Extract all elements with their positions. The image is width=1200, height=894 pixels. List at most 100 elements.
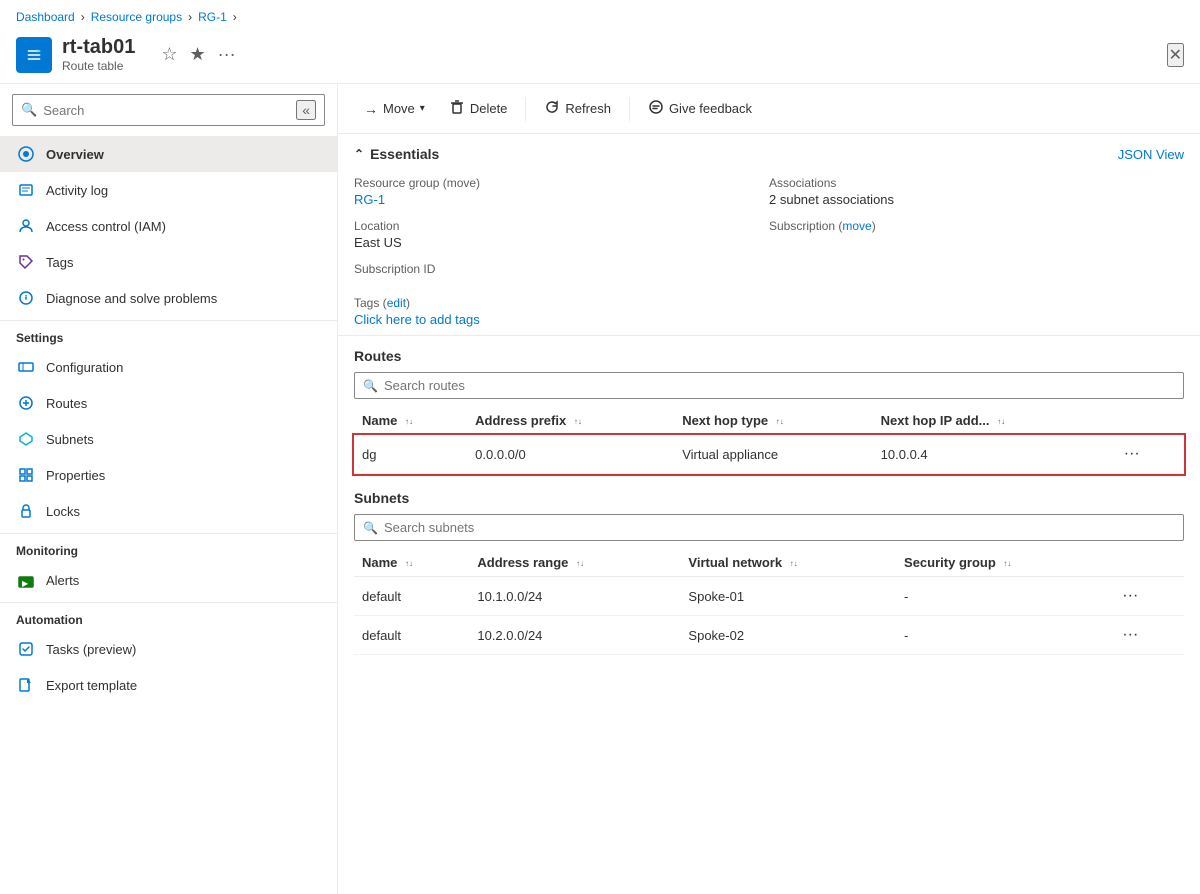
breadcrumb-rg1[interactable]: RG-1: [198, 10, 227, 24]
subnets-col-name: Name ↑↓: [354, 549, 469, 577]
sidebar-item-diagnose-label: Diagnose and solve problems: [46, 291, 217, 306]
search-input[interactable]: [43, 103, 290, 118]
properties-icon: [16, 465, 36, 485]
sidebar-item-configuration-label: Configuration: [46, 360, 123, 375]
close-button[interactable]: ✕: [1167, 43, 1184, 67]
table-row[interactable]: default 10.1.0.0/24 Spoke-01 - ···: [354, 577, 1184, 616]
search-box: 🔍 «: [12, 94, 325, 126]
subnets-range-sort[interactable]: ↑↓: [576, 559, 584, 568]
tags-edit-link[interactable]: edit: [387, 296, 406, 310]
sidebar-item-tasks[interactable]: Tasks (preview): [0, 631, 337, 667]
sidebar-item-locks[interactable]: Locks: [0, 493, 337, 529]
header-actions: ☆ ★ ···: [161, 44, 235, 65]
diagnose-icon: [16, 288, 36, 308]
sidebar-item-configuration[interactable]: Configuration: [0, 349, 337, 385]
export-template-icon: [16, 675, 36, 695]
resource-icon: [16, 37, 52, 73]
sidebar-item-export-template[interactable]: Export template: [0, 667, 337, 703]
sidebar-item-export-template-label: Export template: [46, 678, 137, 693]
alerts-icon: ▶: [16, 570, 36, 590]
essentials-collapse-icon[interactable]: ⌃: [354, 147, 364, 161]
divider: [338, 335, 1200, 336]
json-view-link[interactable]: JSON View: [1118, 147, 1184, 162]
subnet-more-button[interactable]: ···: [1116, 624, 1144, 646]
bookmark-icon[interactable]: ★: [190, 44, 206, 65]
sidebar-navigation: Overview Activity log Access control (IA…: [0, 136, 337, 894]
resource-header: rt-tab01 Route table ☆ ★ ··· ✕: [0, 30, 1200, 84]
settings-section-label: Settings: [0, 320, 337, 349]
refresh-button[interactable]: Refresh: [534, 94, 621, 123]
sidebar-item-tags-label: Tags: [46, 255, 73, 270]
configuration-icon: [16, 357, 36, 377]
sidebar-item-tags[interactable]: Tags: [0, 244, 337, 280]
location-item: Location East US: [354, 213, 769, 256]
subscription-item: Subscription (move): [769, 213, 1184, 256]
more-options-icon[interactable]: ···: [218, 44, 236, 65]
route-name: dg: [354, 435, 467, 474]
overview-icon: [16, 144, 36, 164]
associations-value: 2 subnet associations: [769, 192, 1184, 207]
routes-table-header-row: Name ↑↓ Address prefix ↑↓ Next hop type …: [354, 407, 1184, 435]
sidebar-item-overview[interactable]: Overview: [0, 136, 337, 172]
subnet-more: ···: [1108, 616, 1184, 655]
subnets-icon: [16, 429, 36, 449]
subnets-sg-sort[interactable]: ↑↓: [1003, 559, 1011, 568]
sidebar-item-diagnose[interactable]: Diagnose and solve problems: [0, 280, 337, 316]
table-row[interactable]: default 10.2.0.0/24 Spoke-02 - ···: [354, 616, 1184, 655]
resource-title-block: rt-tab01 Route table: [62, 36, 135, 73]
delete-button[interactable]: Delete: [439, 94, 518, 123]
sidebar-item-activity-log[interactable]: Activity log: [0, 172, 337, 208]
routes-name-sort[interactable]: ↑↓: [405, 417, 413, 426]
sidebar-item-routes[interactable]: Routes: [0, 385, 337, 421]
subscription-id-item: Subscription ID: [354, 256, 769, 284]
monitoring-section-label: Monitoring: [0, 533, 337, 562]
table-row[interactable]: dg 0.0.0.0/0 Virtual appliance 10.0.0.4 …: [354, 435, 1184, 474]
sidebar-item-alerts[interactable]: ▶ Alerts: [0, 562, 337, 598]
routes-col-actions: [1110, 407, 1184, 435]
move-button[interactable]: → Move ▾: [354, 96, 435, 122]
add-tags-link[interactable]: Click here to add tags: [354, 312, 480, 327]
subnets-search-field: 🔍: [354, 514, 1184, 541]
breadcrumb-resource-groups[interactable]: Resource groups: [91, 10, 182, 24]
sidebar-item-access-control-label: Access control (IAM): [46, 219, 166, 234]
route-hop-ip: 10.0.0.4: [873, 435, 1110, 474]
sidebar-item-access-control[interactable]: Access control (IAM): [0, 208, 337, 244]
subnets-search-icon: 🔍: [363, 521, 378, 535]
routes-hop-ip-sort[interactable]: ↑↓: [997, 417, 1005, 426]
subscription-move-link[interactable]: move: [842, 219, 871, 233]
resource-name: rt-tab01: [62, 36, 135, 59]
routes-hop-type-sort[interactable]: ↑↓: [776, 417, 784, 426]
routes-prefix-sort[interactable]: ↑↓: [574, 417, 582, 426]
feedback-icon: [648, 99, 664, 118]
favorite-icon[interactable]: ☆: [161, 44, 177, 65]
subnet-sg: -: [896, 616, 1108, 655]
breadcrumb-dashboard[interactable]: Dashboard: [16, 10, 75, 24]
associations-label: Associations: [769, 176, 1184, 190]
subnets-search-input[interactable]: [384, 520, 1175, 535]
sidebar-item-subnets[interactable]: Subnets: [0, 421, 337, 457]
subnet-more: ···: [1108, 577, 1184, 616]
essentials-header: ⌃ Essentials JSON View: [338, 134, 1200, 170]
sidebar-item-properties[interactable]: Properties: [0, 457, 337, 493]
resource-group-label: Resource group (move): [354, 176, 769, 190]
subnet-name: default: [354, 616, 469, 655]
subnets-vnet-sort[interactable]: ↑↓: [790, 559, 798, 568]
routes-icon: [16, 393, 36, 413]
sidebar: 🔍 « Overview Activity log: [0, 84, 338, 894]
routes-col-hop-type: Next hop type ↑↓: [674, 407, 872, 435]
subnets-col-vnet: Virtual network ↑↓: [680, 549, 896, 577]
subnet-more-button[interactable]: ···: [1116, 585, 1144, 607]
subnets-section: Subnets 🔍 Name ↑↓ Address range ↑↓: [338, 490, 1200, 671]
delete-icon: [449, 99, 465, 118]
subnets-name-sort[interactable]: ↑↓: [405, 559, 413, 568]
subnets-col-actions: [1108, 549, 1184, 577]
resource-group-link[interactable]: RG-1: [354, 192, 385, 207]
resource-type: Route table: [62, 59, 135, 73]
collapse-sidebar-button[interactable]: «: [296, 100, 316, 120]
toolbar-divider-2: [629, 97, 630, 121]
routes-search-input[interactable]: [384, 378, 1175, 393]
tags-icon: [16, 252, 36, 272]
route-more: ···: [1110, 435, 1184, 474]
feedback-button[interactable]: Give feedback: [638, 94, 762, 123]
route-more-button[interactable]: ···: [1118, 443, 1146, 465]
